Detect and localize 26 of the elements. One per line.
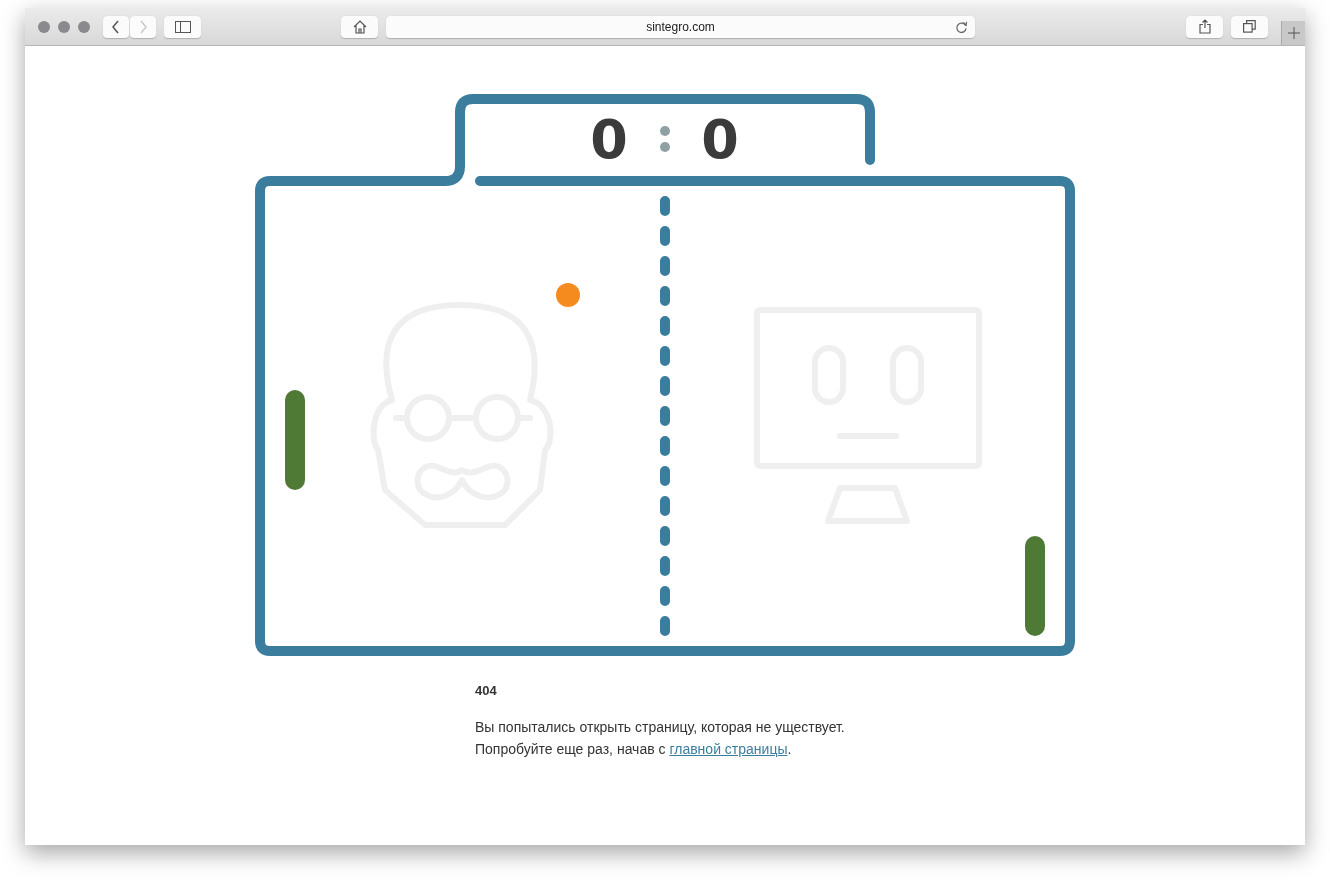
score-separator-icon <box>660 126 670 152</box>
url-text: sintegro.com <box>646 19 715 34</box>
show-tabs-button[interactable] <box>1231 15 1268 38</box>
error-hint: Попробуйте еще раз, начав с главной страницы. <box>475 740 793 759</box>
right-score: 0 <box>701 108 739 171</box>
new-tab-button[interactable] <box>1281 21 1305 45</box>
ball <box>556 283 580 307</box>
back-button[interactable] <box>103 15 129 38</box>
reload-icon[interactable] <box>955 20 968 34</box>
chevron-right-icon <box>138 19 148 34</box>
sidebar-button[interactable] <box>164 15 201 38</box>
zoom-window-dot[interactable] <box>78 20 90 33</box>
minimize-window-dot[interactable] <box>58 20 70 33</box>
tabs-icon <box>1243 20 1256 33</box>
sidebar-icon <box>174 20 191 33</box>
address-field[interactable]: sintegro.com <box>386 15 975 38</box>
share-button[interactable] <box>1186 15 1223 38</box>
home-icon <box>352 19 367 34</box>
close-window-dot[interactable] <box>38 20 50 33</box>
chevron-left-icon <box>111 19 121 34</box>
error-message: Вы попытались открыть страницу, которая не уществует. <box>475 718 846 737</box>
plus-icon <box>1287 27 1300 39</box>
error-code: 404 <box>475 683 498 698</box>
home-button[interactable] <box>341 15 378 38</box>
share-icon <box>1198 19 1211 34</box>
left-score: 0 <box>590 108 628 171</box>
